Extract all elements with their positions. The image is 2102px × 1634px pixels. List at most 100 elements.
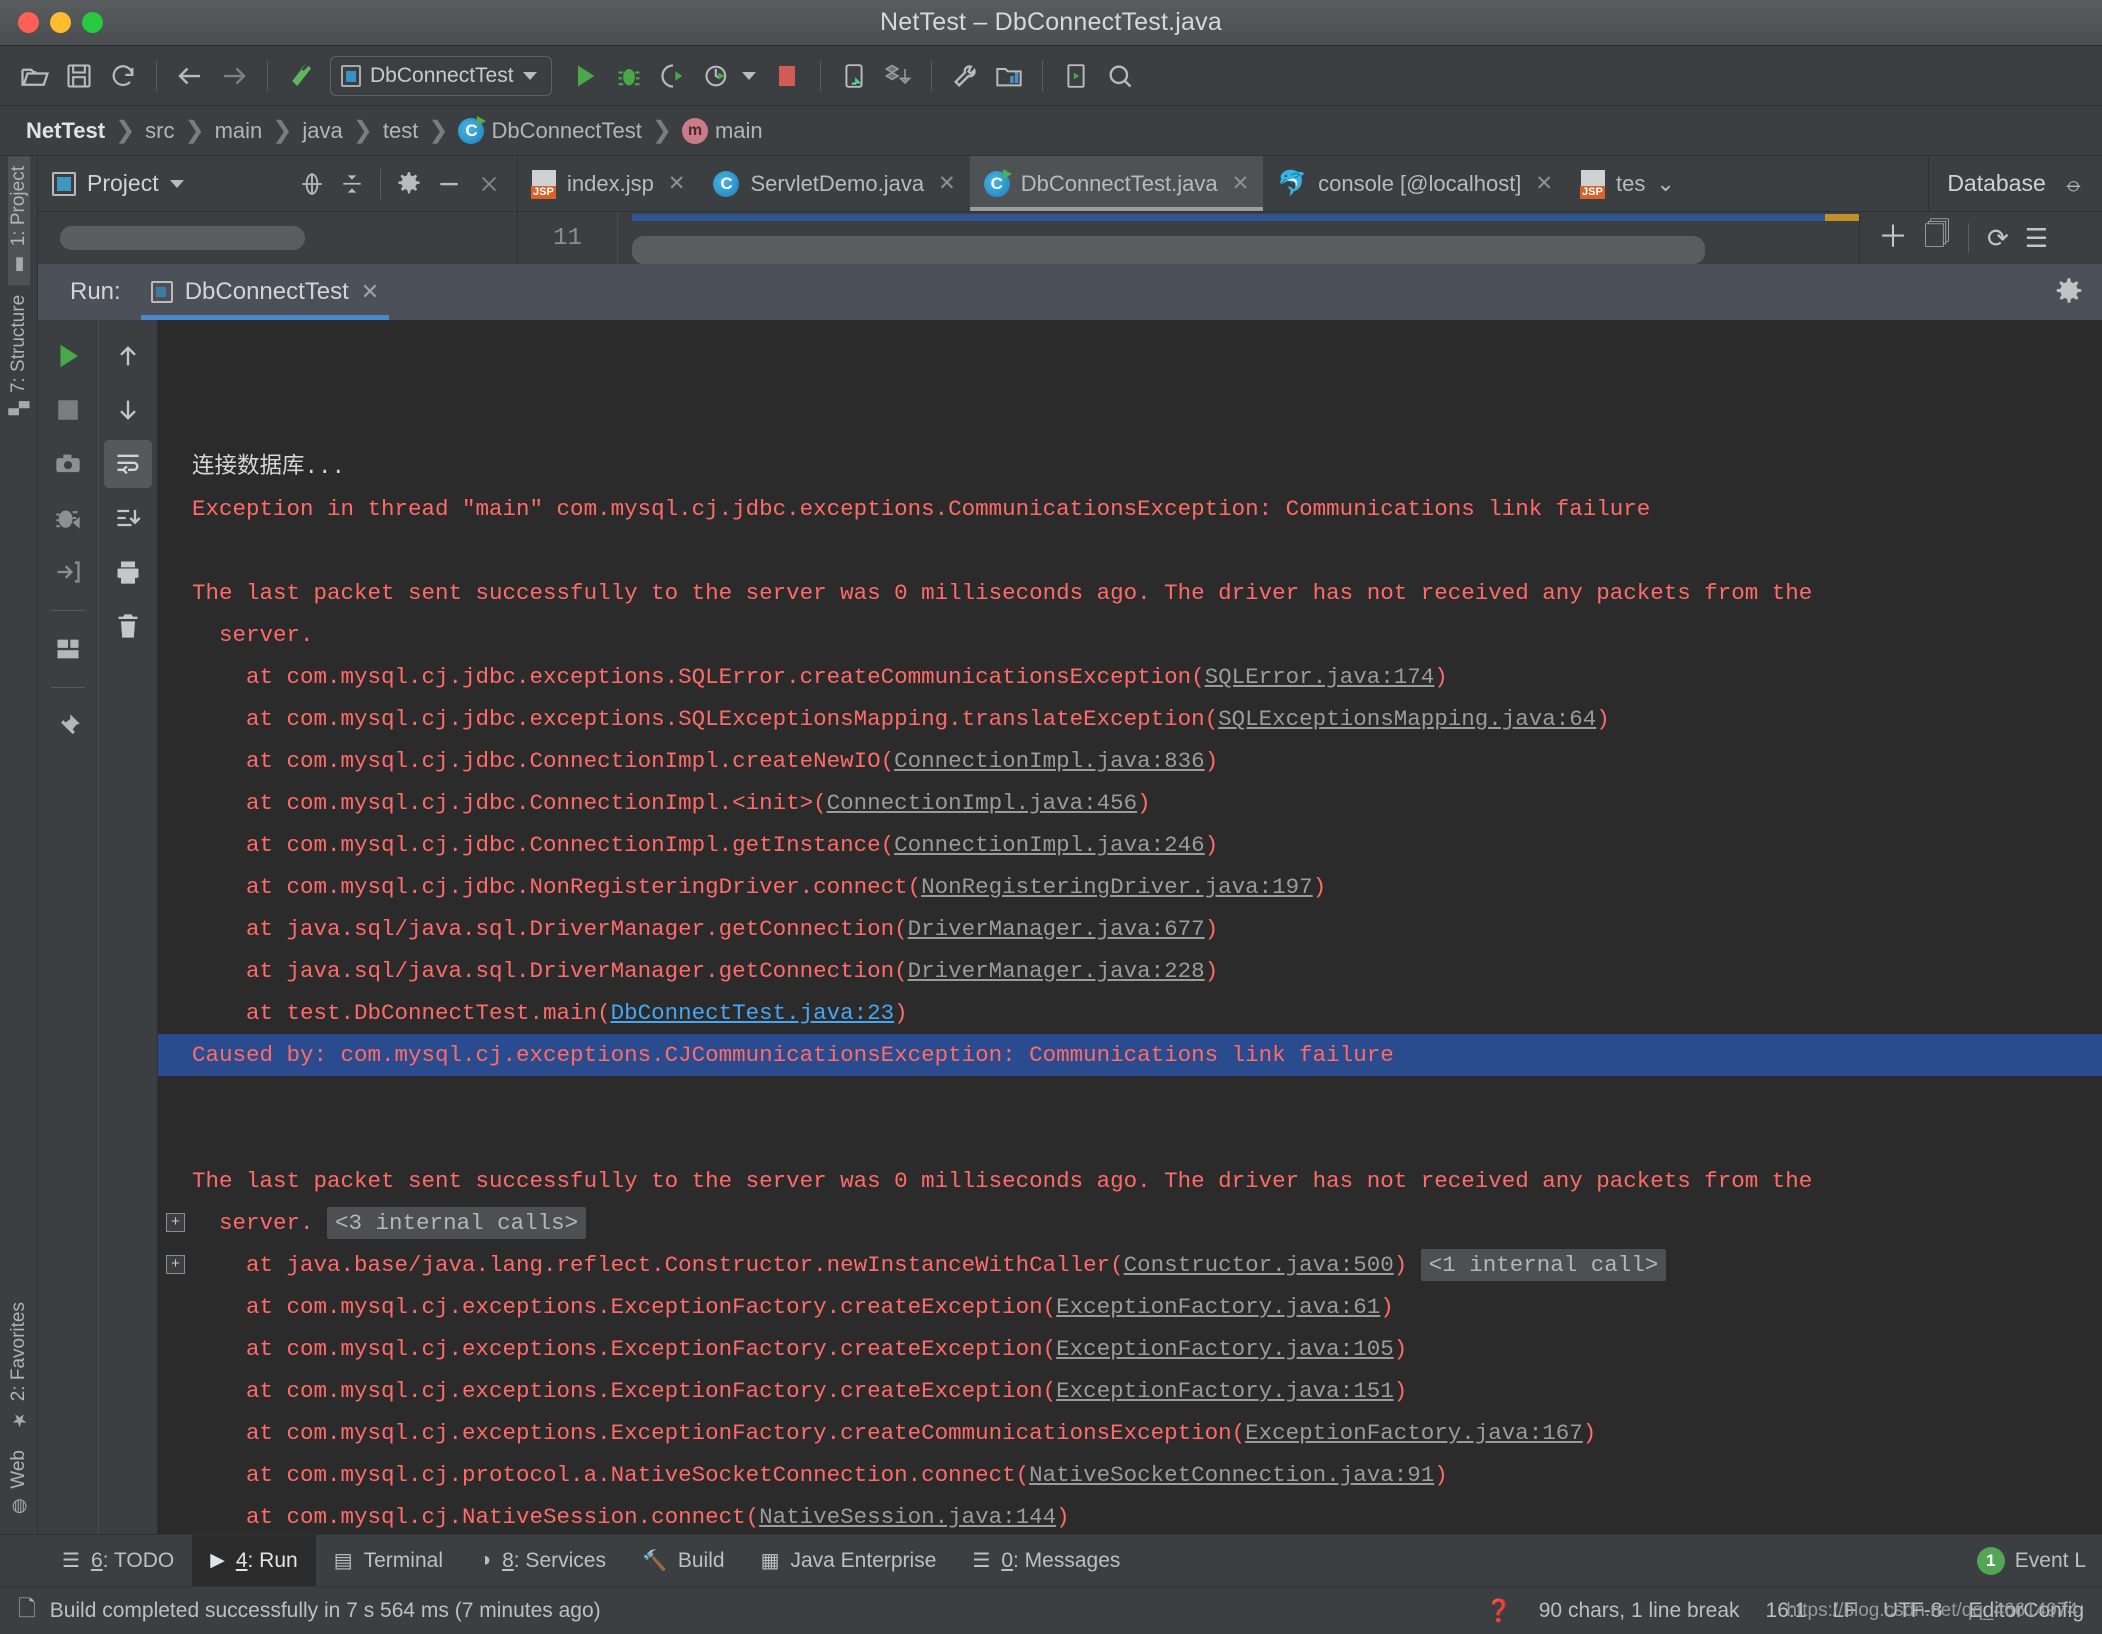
soft-wrap-icon[interactable]: [103, 440, 152, 488]
search-everywhere-icon[interactable]: [1099, 55, 1141, 97]
settings-gear-icon[interactable]: [391, 166, 427, 202]
stack-trace-link[interactable]: ExceptionFactory.java:167: [1245, 1420, 1583, 1446]
debug-attach-icon[interactable]: [44, 494, 92, 542]
stack-trace-link[interactable]: NonRegisteringDriver.java:197: [921, 874, 1313, 900]
profiler-icon[interactable]: [696, 55, 738, 97]
editor-horizontal-scrollbar[interactable]: [632, 236, 1705, 264]
collapse-all-icon[interactable]: [334, 166, 370, 202]
stack-trace-link[interactable]: ExceptionFactory.java:151: [1056, 1378, 1394, 1404]
expand-fold-icon[interactable]: +: [166, 1255, 185, 1274]
close-tab-icon[interactable]: ✕: [1535, 171, 1553, 196]
restore-layout-icon[interactable]: [44, 548, 92, 596]
run-icon[interactable]: [564, 55, 606, 97]
stack-trace-link[interactable]: Constructor.java:500: [1124, 1252, 1394, 1278]
device-manager-icon[interactable]: [833, 55, 875, 97]
database-locate-icon[interactable]: ⦵: [2064, 170, 2084, 198]
close-tab-icon[interactable]: ✕: [938, 171, 956, 196]
close-run-tab-icon[interactable]: ✕: [361, 279, 379, 305]
down-arrow-icon[interactable]: [104, 386, 152, 434]
stop-icon[interactable]: [44, 386, 92, 434]
database-panel-title[interactable]: Database: [1947, 170, 2045, 197]
sidebar-item-web[interactable]: ◍ Web: [8, 1440, 30, 1528]
bottom-tab-terminal[interactable]: ▤ Terminal: [316, 1535, 461, 1586]
close-icon[interactable]: [471, 166, 507, 202]
sidebar-item-structure[interactable]: ▚ 7: Structure: [8, 285, 30, 425]
add-icon[interactable]: ＋: [1878, 223, 1908, 253]
chevron-down-icon[interactable]: [169, 179, 184, 188]
editor-tab-console-localhost[interactable]: 🐬 console [@localhost] ✕: [1263, 156, 1567, 211]
bottom-tab-run[interactable]: ▶ 4: Run: [192, 1535, 316, 1586]
inspection-status-icon[interactable]: ❓: [1485, 1598, 1512, 1624]
editor-tab-index-jsp[interactable]: index.jsp ✕: [518, 156, 699, 211]
breadcrumb-item-test[interactable]: test: [375, 118, 426, 144]
sync-icon[interactable]: [102, 55, 144, 97]
editor-tab-dbconnecttest-java[interactable]: C DbConnectTest.java ✕: [969, 156, 1264, 211]
rerun-icon[interactable]: [44, 332, 92, 380]
layout-settings-icon[interactable]: [44, 625, 92, 673]
up-arrow-icon[interactable]: [104, 332, 152, 380]
stack-trace-link[interactable]: ConnectionImpl.java:836: [894, 748, 1205, 774]
dump-threads-icon[interactable]: [44, 440, 92, 488]
update-icon[interactable]: [877, 55, 919, 97]
tab-overflow-chevron-icon[interactable]: ⌄: [1656, 171, 1674, 197]
run-configuration-selector[interactable]: DbConnectTest: [330, 55, 552, 96]
run-anything-icon[interactable]: [1055, 55, 1097, 97]
run-console-output[interactable]: 连接数据库... Exception in thread "main" com.m…: [158, 320, 2102, 1534]
event-log-label[interactable]: Event L: [2015, 1549, 2086, 1573]
project-panel-scrollbar[interactable]: [60, 226, 305, 250]
pin-tab-icon[interactable]: [44, 702, 92, 750]
breadcrumb-item-src[interactable]: src: [137, 118, 182, 144]
sidebar-item-favorites[interactable]: ★ 2: Favorites: [8, 1292, 30, 1440]
editor-tab-servletdemo-java[interactable]: C ServletDemo.java ✕: [699, 156, 969, 211]
data-source-properties-icon[interactable]: ☰: [2025, 223, 2048, 254]
stack-trace-link[interactable]: ExceptionFactory.java:61: [1056, 1294, 1380, 1320]
print-icon[interactable]: [104, 548, 152, 596]
stack-trace-link[interactable]: SQLExceptionsMapping.java:64: [1218, 706, 1596, 732]
folded-frames-placeholder[interactable]: <1 internal call>: [1420, 1249, 1667, 1281]
breadcrumb-item-project[interactable]: NetTest: [18, 118, 113, 144]
close-tab-icon[interactable]: ✕: [668, 171, 686, 196]
stack-trace-link[interactable]: SQLError.java:174: [1205, 664, 1435, 690]
debug-icon[interactable]: [608, 55, 650, 97]
folded-frames-placeholder[interactable]: <3 internal calls>: [327, 1207, 587, 1239]
bottom-tab-todo[interactable]: ☰ 6: TODO: [44, 1535, 192, 1586]
stop-icon[interactable]: [766, 55, 808, 97]
scroll-to-end-icon[interactable]: [104, 494, 152, 542]
gear-icon[interactable]: [2054, 277, 2084, 307]
stack-trace-link[interactable]: ExceptionFactory.java:105: [1056, 1336, 1394, 1362]
stack-trace-link[interactable]: DriverManager.java:228: [908, 958, 1205, 984]
stack-trace-link[interactable]: NativeSocketConnection.java:91: [1029, 1462, 1434, 1488]
profiler-chevron-down-icon[interactable]: [741, 71, 756, 80]
open-project-icon[interactable]: [14, 55, 56, 97]
run-session-tab[interactable]: DbConnectTest ✕: [140, 264, 390, 320]
bottom-tab-java-enterprise[interactable]: ▦ Java Enterprise: [743, 1535, 955, 1586]
back-arrow-icon[interactable]: [169, 55, 211, 97]
bottom-tab-messages[interactable]: ☰ 0: Messages: [954, 1535, 1138, 1586]
forward-arrow-icon[interactable]: [213, 55, 255, 97]
project-panel-title[interactable]: Project: [52, 170, 184, 197]
stack-trace-link-active[interactable]: DbConnectTest.java:23: [611, 1000, 895, 1026]
breadcrumb-item-main[interactable]: main: [207, 118, 271, 144]
breadcrumb-item-class[interactable]: C DbConnectTest: [450, 115, 649, 144]
build-hammer-icon[interactable]: [280, 55, 322, 97]
close-tab-icon[interactable]: ✕: [1232, 171, 1250, 196]
editor-tab-tes[interactable]: tes ⌄: [1567, 156, 1689, 211]
save-all-icon[interactable]: [58, 55, 100, 97]
locate-icon[interactable]: [294, 166, 330, 202]
bottom-tab-build[interactable]: 🔨 Build: [624, 1535, 743, 1586]
breadcrumb-item-method[interactable]: m main: [674, 117, 771, 144]
stack-trace-link[interactable]: ConnectionImpl.java:246: [894, 832, 1205, 858]
duplicate-icon[interactable]: 🗍: [1924, 216, 1950, 260]
project-structure-icon[interactable]: [988, 55, 1030, 97]
bottom-tab-services[interactable]: ◑ 8: Services: [461, 1535, 624, 1586]
expand-fold-icon[interactable]: +: [166, 1213, 185, 1232]
hide-icon[interactable]: [431, 166, 467, 202]
refresh-icon[interactable]: ⟳: [1987, 223, 2009, 254]
stack-trace-link[interactable]: NativeSession.java:144: [759, 1504, 1056, 1530]
settings-wrench-icon[interactable]: [944, 55, 986, 97]
stack-trace-link[interactable]: DriverManager.java:677: [908, 916, 1205, 942]
clear-all-icon[interactable]: [104, 602, 152, 650]
stack-trace-link[interactable]: ConnectionImpl.java:456: [827, 790, 1138, 816]
run-with-coverage-icon[interactable]: [652, 55, 694, 97]
breadcrumb-item-java[interactable]: java: [294, 118, 350, 144]
